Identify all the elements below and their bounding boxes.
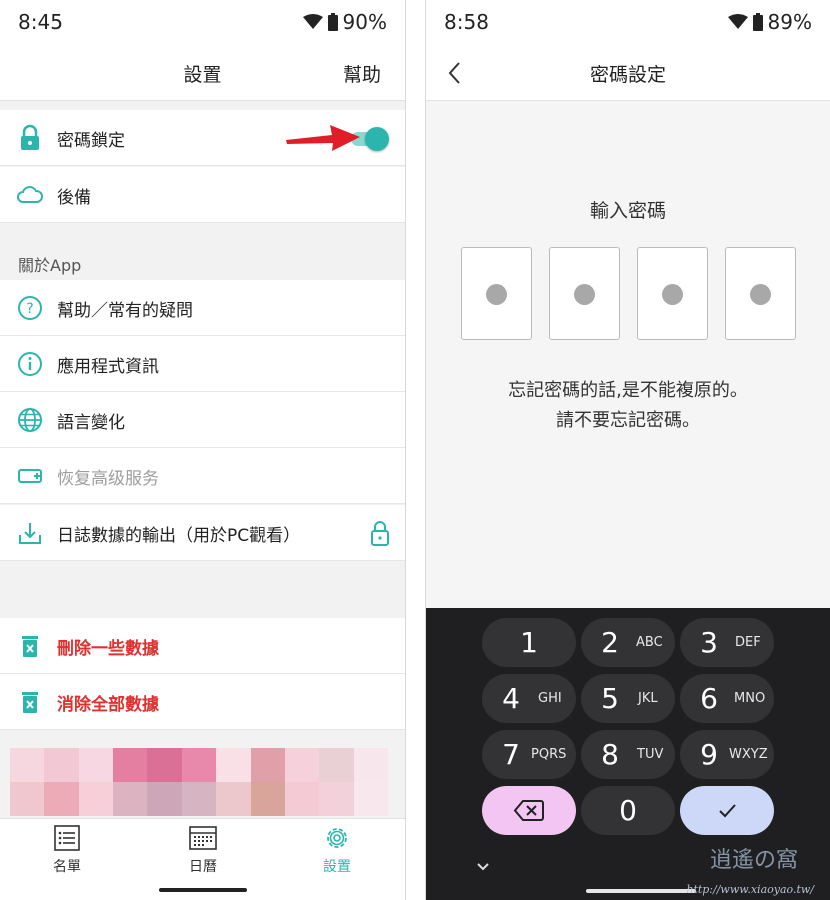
page-title: 密碼設定 — [589, 64, 666, 86]
pin-digit-box[interactable] — [549, 247, 620, 340]
question-icon: ? — [18, 296, 42, 320]
battery-icon — [752, 13, 763, 31]
check-icon — [719, 804, 736, 818]
svg-text:?: ? — [26, 301, 33, 317]
backup-label: 後備 — [57, 188, 91, 208]
backspace-key[interactable] — [482, 786, 576, 835]
battery-icon — [327, 13, 338, 31]
key-0[interactable]: 0 — [581, 786, 675, 835]
padlock-icon — [371, 521, 389, 546]
nav-calendar[interactable]: 日曆 — [158, 825, 248, 876]
watermark-logo: 逍遙の窩 — [709, 848, 798, 873]
key-2[interactable]: 2 ABC — [581, 618, 675, 667]
delete-all-label: 消除全部數據 — [57, 695, 159, 715]
app-header: 密碼設定 — [426, 44, 830, 101]
status-time: 8:58 — [444, 10, 489, 34]
about-section-label: 關於App — [18, 256, 82, 275]
export-log-row[interactable]: 日誌數據的輸出（用於PC觀看） — [0, 505, 405, 561]
language-row[interactable]: 語言變化 — [0, 392, 405, 448]
language-label: 語言變化 — [57, 413, 125, 433]
pin-dot — [750, 284, 771, 305]
home-indicator[interactable] — [158, 888, 247, 892]
key-8[interactable]: 8 TUV — [581, 730, 675, 779]
delete-some-label: 刪除一些數據 — [57, 639, 159, 659]
restore-premium-label: 恢复高级服务 — [57, 469, 159, 489]
warning-text-line2: 請不要忘記密碼。 — [556, 410, 700, 431]
globe-icon — [18, 408, 42, 432]
key-3[interactable]: 3 DEF — [680, 618, 774, 667]
key-6[interactable]: 6 MNO — [680, 674, 774, 723]
pin-digit-box[interactable] — [725, 247, 796, 340]
nav-list[interactable]: 名單 — [22, 825, 112, 876]
export-log-label: 日誌數據的輸出（用於PC觀看） — [57, 526, 301, 546]
nav-calendar-label: 日曆 — [189, 859, 217, 875]
battery-level: 90% — [342, 10, 387, 34]
chevron-down-icon[interactable] — [476, 862, 490, 872]
password-setup-screen: 8:58 89% 密碼設定 輸入密碼 忘記密碼的話,是不能複原的。 請不要忘記密… — [425, 0, 830, 900]
download-icon — [19, 523, 41, 544]
gear-icon — [327, 828, 347, 848]
battery-level: 89% — [767, 10, 812, 34]
watermark-url: http://www.xiaoyao.tw/ — [686, 883, 814, 896]
delete-all-row[interactable]: 消除全部數據 — [0, 674, 405, 730]
status-bar: 8:58 89% — [426, 0, 830, 44]
key-4[interactable]: 4 GHI — [482, 674, 576, 723]
list-icon — [54, 825, 80, 851]
pin-dot — [486, 284, 507, 305]
home-indicator[interactable] — [586, 889, 696, 893]
app-info-row[interactable]: 應用程式資訊 — [0, 336, 405, 392]
trash-icon — [22, 636, 38, 657]
ticket-plus-icon — [18, 469, 42, 483]
key-7[interactable]: 7 PQRS — [482, 730, 576, 779]
wifi-icon — [727, 14, 748, 29]
nav-settings[interactable]: 設置 — [292, 825, 382, 876]
pin-digit-box[interactable] — [461, 247, 532, 340]
restore-premium-row[interactable]: 恢复高级服务 — [0, 448, 405, 504]
help-faq-label: 幫助／常有的疑問 — [57, 301, 193, 321]
calendar-icon — [189, 826, 217, 850]
help-faq-row[interactable]: ? 幫助／常有的疑問 — [0, 280, 405, 336]
backup-row[interactable]: 後備 — [0, 167, 405, 223]
status-bar: 8:45 90% — [0, 0, 405, 44]
cloud-icon — [17, 186, 43, 203]
lock-icon — [21, 124, 39, 150]
key-5[interactable]: 5 JKL — [581, 674, 675, 723]
app-header: 設置 幫助 — [0, 44, 405, 101]
warning-text-line1: 忘記密碼的話,是不能複原的。 — [508, 380, 748, 401]
nav-settings-label: 設置 — [323, 859, 351, 875]
confirm-key[interactable] — [680, 786, 774, 835]
pin-prompt: 輸入密碼 — [589, 200, 666, 222]
wifi-icon — [302, 14, 323, 29]
password-lock-label: 密碼鎖定 — [57, 131, 125, 151]
backspace-icon — [513, 800, 544, 821]
key-1[interactable]: 1 — [482, 618, 576, 667]
info-icon — [18, 352, 42, 376]
pin-digit-box[interactable] — [637, 247, 708, 340]
app-info-label: 應用程式資訊 — [57, 357, 159, 377]
settings-screen: 8:45 90% 設置 幫助 密碼鎖定 後備 關於App ? 幫助／常有的疑問 … — [0, 0, 406, 900]
key-9[interactable]: 9 WXYZ — [680, 730, 774, 779]
bottom-navigation: 名單 日曆 設置 — [0, 818, 405, 880]
nav-list-label: 名單 — [53, 859, 81, 875]
red-arrow-annotation — [286, 125, 360, 151]
delete-some-row[interactable]: 刪除一些數據 — [0, 618, 405, 674]
pin-dot — [662, 284, 683, 305]
status-time: 8:45 — [18, 10, 63, 34]
pin-dot — [574, 284, 595, 305]
blurred-ad-banner[interactable] — [10, 748, 388, 816]
help-button[interactable]: 幫助 — [343, 60, 381, 87]
trash-icon — [22, 692, 38, 713]
